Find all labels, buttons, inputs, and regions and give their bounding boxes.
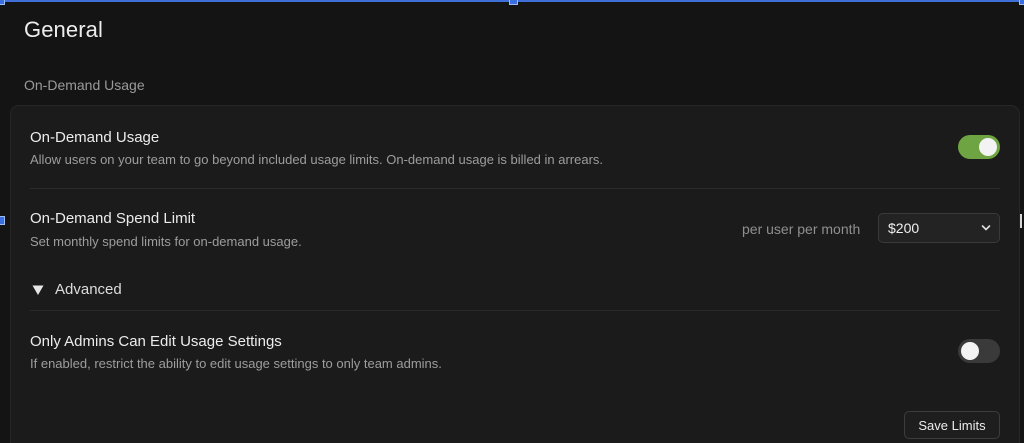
- toggle-knob: [979, 138, 997, 156]
- chevron-down-icon: [981, 225, 991, 231]
- admins-only-description: If enabled, restrict the ability to edit…: [30, 356, 442, 371]
- on-demand-usage-toggle[interactable]: [958, 135, 1000, 159]
- spend-limit-description: Set monthly spend limits for on-demand u…: [30, 234, 302, 249]
- page-title: General: [24, 17, 103, 42]
- on-demand-usage-description: Allow users on your team to go beyond in…: [30, 152, 604, 167]
- resize-handle-middle-left[interactable]: [0, 216, 5, 225]
- triangle-down-icon: [32, 285, 44, 295]
- resize-handle-middle-right[interactable]: [1020, 214, 1022, 228]
- settings-page: General On-Demand Usage On-Demand Usage …: [0, 0, 1024, 443]
- admins-only-title: Only Admins Can Edit Usage Settings: [30, 333, 282, 350]
- admins-only-toggle[interactable]: [958, 339, 1000, 363]
- resize-handle-top-left[interactable]: [0, 0, 5, 5]
- divider: [30, 188, 1000, 189]
- spend-limit-title: On-Demand Spend Limit: [30, 210, 196, 227]
- spend-limit-unit-label: per user per month: [742, 221, 861, 237]
- advanced-label: Advanced: [55, 281, 122, 298]
- section-label: On-Demand Usage: [24, 77, 145, 93]
- spend-limit-select[interactable]: $200: [878, 213, 1000, 243]
- toggle-knob: [961, 342, 979, 360]
- save-limits-button[interactable]: Save Limits: [904, 411, 1000, 439]
- resize-handle-top-center[interactable]: [509, 0, 518, 5]
- spend-limit-value: $200: [888, 220, 920, 236]
- divider: [30, 310, 1000, 311]
- on-demand-usage-title: On-Demand Usage: [30, 129, 160, 146]
- resize-handle-top-right[interactable]: [1019, 0, 1024, 5]
